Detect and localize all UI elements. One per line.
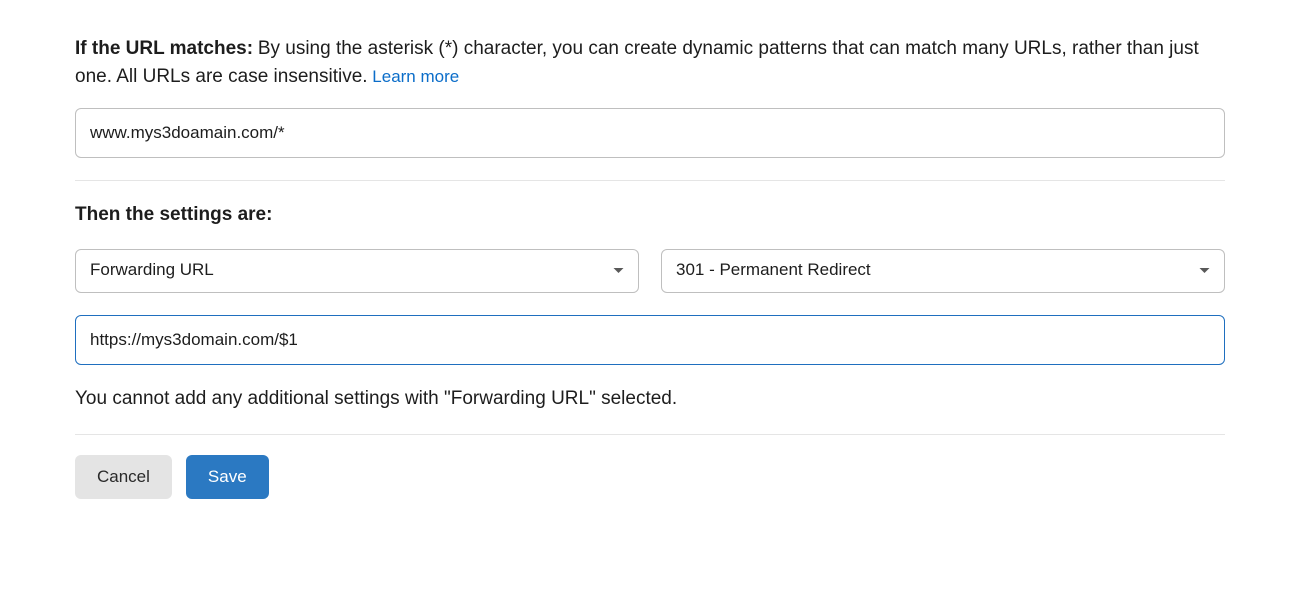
destination-url-input[interactable]	[75, 315, 1225, 365]
cancel-button[interactable]: Cancel	[75, 455, 172, 499]
settings-heading: Then the settings are:	[75, 201, 1225, 229]
forwarding-url-note: You cannot add any additional settings w…	[75, 385, 1225, 413]
redirect-type-select[interactable]: 301 - Permanent Redirect	[661, 249, 1225, 293]
setting-type-select-value: Forwarding URL	[90, 258, 214, 283]
setting-type-select[interactable]: Forwarding URL	[75, 249, 639, 293]
learn-more-link[interactable]: Learn more	[372, 67, 459, 86]
caret-down-icon	[1199, 267, 1210, 274]
divider	[75, 434, 1225, 435]
save-button[interactable]: Save	[186, 455, 269, 499]
caret-down-icon	[613, 267, 624, 274]
url-match-description: If the URL matches: By using the asteris…	[75, 35, 1225, 90]
url-pattern-input[interactable]	[75, 108, 1225, 158]
divider	[75, 180, 1225, 181]
redirect-type-select-value: 301 - Permanent Redirect	[676, 258, 871, 283]
url-match-heading: If the URL matches:	[75, 38, 253, 59]
